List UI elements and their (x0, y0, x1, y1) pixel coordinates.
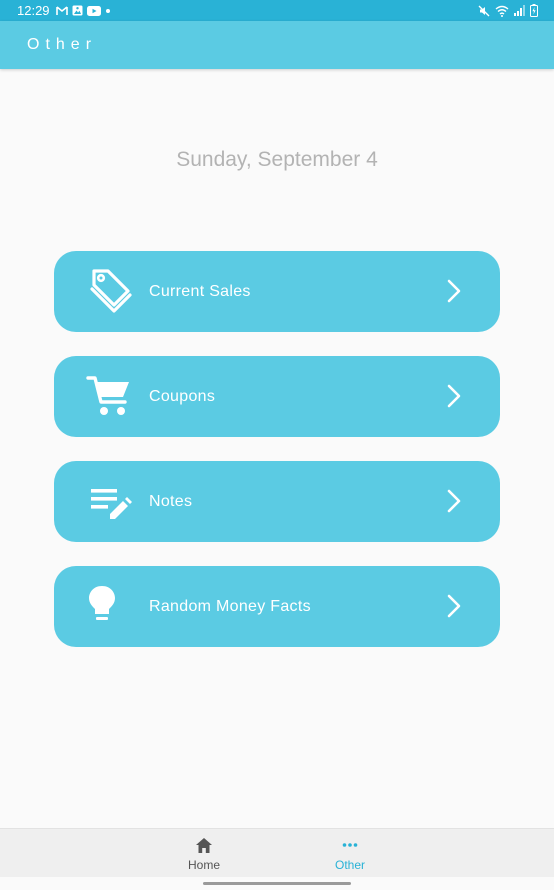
bottom-navigation: Home Other (0, 828, 554, 878)
page-title: Other (27, 36, 98, 53)
wifi-icon (495, 5, 509, 17)
app-screen: 12:29 Other Sunday, September 4 Current … (0, 0, 554, 890)
chevron-right-icon (447, 384, 461, 408)
nav-other-label: Other (334, 858, 365, 872)
mute-icon (478, 5, 490, 16)
current-sales-label: Current Sales (149, 283, 251, 300)
status-bar: 12:29 (0, 0, 554, 21)
random-money-facts-button[interactable]: Random Money Facts (54, 566, 500, 647)
nav-home-label: Home (187, 858, 220, 872)
lightbulb-icon (89, 586, 115, 620)
system-status-icons (478, 3, 538, 18)
shopping-cart-icon (86, 376, 129, 415)
chevron-right-icon (447, 279, 461, 303)
more-notifications-dot-icon (106, 8, 110, 13)
notes-label: Notes (149, 493, 193, 510)
more-dots-icon (342, 843, 358, 847)
battery-charging-icon (530, 4, 538, 17)
image-notification-icon (72, 5, 83, 16)
home-gesture-handle[interactable] (203, 882, 351, 885)
youtube-icon (87, 5, 101, 16)
notes-edit-icon (91, 489, 132, 519)
status-time: 12:29 (17, 3, 50, 18)
coupons-button[interactable]: Coupons (54, 356, 500, 437)
notification-icons (56, 4, 111, 17)
cellular-signal-icon (514, 5, 525, 16)
notes-button[interactable]: Notes (54, 461, 500, 542)
gmail-icon (56, 5, 68, 15)
coupons-label: Coupons (149, 388, 216, 405)
chevron-right-icon (447, 594, 461, 618)
current-sales-button[interactable]: Current Sales (54, 251, 500, 332)
gesture-bar (0, 877, 554, 890)
app-bar: Other (0, 21, 554, 69)
nav-other[interactable]: Other (310, 829, 390, 878)
price-tags-icon (90, 269, 132, 313)
nav-home[interactable]: Home (164, 829, 244, 878)
chevron-right-icon (447, 489, 461, 513)
random-money-facts-label: Random Money Facts (149, 598, 311, 615)
home-icon (196, 838, 212, 853)
current-date: Sunday, September 4 (176, 148, 378, 171)
